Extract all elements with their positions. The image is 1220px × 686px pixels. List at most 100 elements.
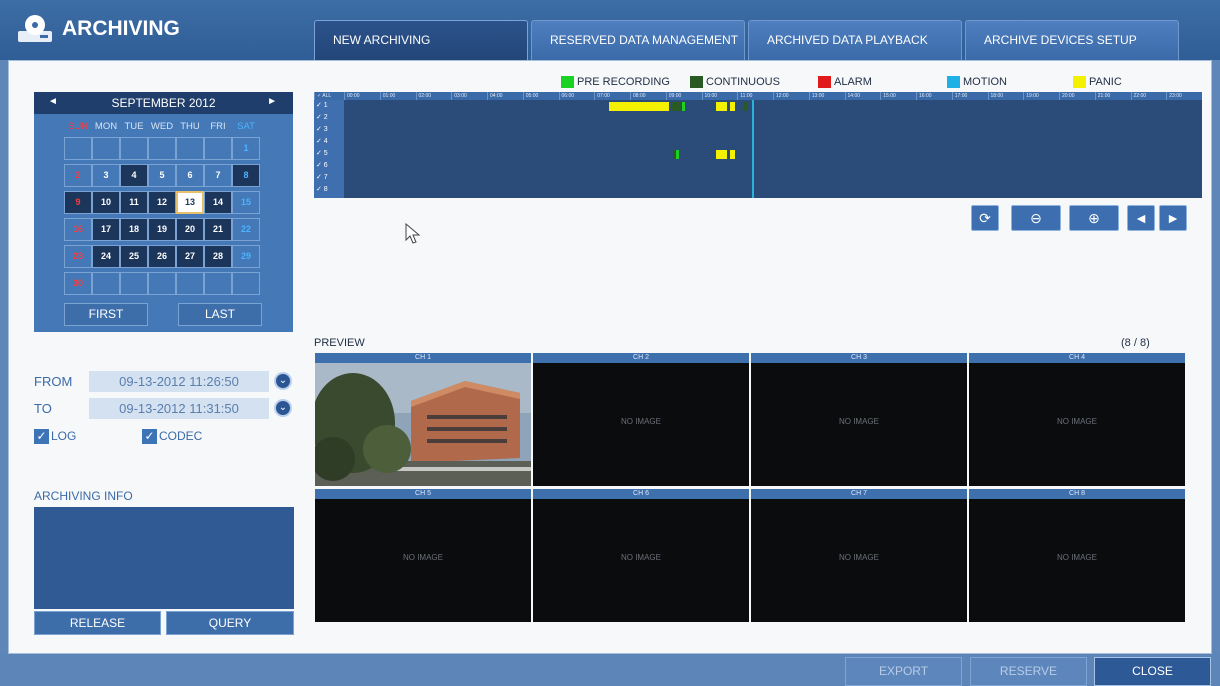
preview-channel-2[interactable]: CH 2 NO IMAGE — [533, 353, 749, 486]
calendar-day[interactable]: 21 — [204, 218, 232, 241]
dow-wed: WED — [150, 121, 174, 132]
preview-channel-5[interactable]: CH 5 NO IMAGE — [315, 489, 531, 622]
timeline-channel-checkbox[interactable]: ✓ 5 — [316, 149, 342, 160]
calendar-day[interactable]: 30 — [64, 272, 92, 295]
first-button[interactable]: FIRST — [64, 303, 148, 326]
timeline-channel-checkbox[interactable]: ✓ 8 — [316, 185, 342, 196]
next-month-icon[interactable]: ► — [267, 96, 277, 107]
calendar-day[interactable]: 20 — [176, 218, 204, 241]
calendar-day[interactable]: 24 — [92, 245, 120, 268]
recording-segment — [730, 150, 736, 159]
timeline-hour-label: 18:00 — [987, 92, 1024, 100]
timeline-channel-checkbox[interactable]: ✓ 3 — [316, 125, 342, 136]
calendar-day[interactable]: 28 — [204, 245, 232, 268]
from-label: FROM — [34, 374, 73, 389]
timeline-channel-checkbox[interactable]: ✓ 1 — [316, 101, 342, 112]
refresh-icon[interactable]: ⟳ — [971, 205, 999, 231]
preview-channel-1[interactable]: CH 1 — [315, 353, 531, 486]
calendar-day[interactable]: 3 — [92, 164, 120, 187]
timeline-channel-checkbox[interactable]: ✓ 2 — [316, 113, 342, 124]
timeline-channel-checkbox[interactable]: ✓ 4 — [316, 137, 342, 148]
calendar-day[interactable]: 4 — [120, 164, 148, 187]
tab-archive-devices-setup[interactable]: ARCHIVE DEVICES SETUP — [965, 20, 1179, 60]
timeline-hour-label: 09:00 — [665, 92, 702, 100]
preview-channel-3[interactable]: CH 3 NO IMAGE — [751, 353, 967, 486]
calendar-day[interactable]: 7 — [204, 164, 232, 187]
mouse-pointer-icon — [405, 223, 421, 244]
calendar-day[interactable]: 22 — [232, 218, 260, 241]
timeline-hour-label: 16:00 — [916, 92, 952, 100]
calendar-day[interactable]: 1 — [232, 137, 260, 160]
tab-new-archiving[interactable]: NEW ARCHIVING — [314, 20, 528, 60]
timeline-hour-label: 15:00 — [880, 92, 916, 100]
from-datetime-field[interactable]: 09-13-2012 11:26:50 — [89, 371, 269, 392]
calendar-day[interactable]: 11 — [120, 191, 148, 214]
close-button[interactable]: CLOSE — [1094, 657, 1211, 686]
to-datetime-field[interactable]: 09-13-2012 11:31:50 — [89, 398, 269, 419]
channel-title: CH 8 — [969, 489, 1185, 499]
timeline-hour-label: 12:00 — [773, 92, 809, 100]
from-calendar-icon[interactable]: ⌄ — [274, 372, 292, 390]
codec-checkbox[interactable]: ✓ — [142, 429, 157, 444]
calendar-day[interactable]: 23 — [64, 245, 92, 268]
calendar-day[interactable]: 19 — [148, 218, 176, 241]
recording-segment — [744, 102, 748, 111]
legend-swatch-continuous — [690, 76, 703, 88]
log-checkbox[interactable]: ✓ — [34, 429, 49, 444]
reserve-button[interactable]: RESERVE — [970, 657, 1087, 686]
calendar-day[interactable]: 16 — [64, 218, 92, 241]
dow-thu: THU — [180, 121, 200, 132]
to-calendar-icon[interactable]: ⌄ — [274, 399, 292, 417]
no-image-text: NO IMAGE — [402, 553, 443, 562]
preview-channel-6[interactable]: CH 6 NO IMAGE — [533, 489, 749, 622]
timeline-all-checkbox[interactable]: ✓ ALL — [314, 92, 344, 100]
release-button[interactable]: RELEASE — [34, 611, 161, 635]
calendar-day[interactable]: 25 — [120, 245, 148, 268]
channel-title: CH 7 — [751, 489, 967, 499]
calendar-day[interactable]: 27 — [176, 245, 204, 268]
calendar-header: ◄ SEPTEMBER 2012 ► — [34, 92, 293, 114]
calendar-day[interactable]: 2 — [64, 164, 92, 187]
channel-title: CH 2 — [533, 353, 749, 363]
last-button[interactable]: LAST — [178, 303, 262, 326]
calendar-day[interactable]: 29 — [232, 245, 260, 268]
tab-archived-data-playback[interactable]: ARCHIVED DATA PLAYBACK — [748, 20, 962, 60]
zoom-out-icon[interactable]: ⊖ — [1011, 205, 1061, 231]
calendar-day[interactable]: 9 — [64, 191, 92, 214]
recording-segment — [681, 102, 686, 111]
legend-swatch-alarm — [818, 76, 831, 88]
timeline-hour-label: 17:00 — [951, 92, 988, 100]
timeline-hour-label: 01:00 — [379, 92, 416, 100]
timeline[interactable]: ✓ ALL 00:00 01:00 02:00 03:00 04:00 05:00 06:00… — [314, 92, 1202, 198]
calendar-day[interactable]: 6 — [176, 164, 204, 187]
calendar-day[interactable]: 13 — [176, 191, 204, 214]
calendar-day[interactable]: 26 — [148, 245, 176, 268]
preview-channel-7[interactable]: CH 7 NO IMAGE — [751, 489, 967, 622]
legend-label-continuous: CONTINUOUS — [706, 76, 780, 88]
legend-swatch-motion — [947, 76, 960, 88]
query-button[interactable]: QUERY — [166, 611, 294, 635]
calendar-day[interactable]: 15 — [232, 191, 260, 214]
preview-channel-8[interactable]: CH 8 NO IMAGE — [969, 489, 1185, 622]
timeline-channel-checkbox[interactable]: ✓ 7 — [316, 173, 342, 184]
dow-mon: MON — [94, 121, 118, 132]
next-icon[interactable]: ► — [1159, 205, 1187, 231]
calendar-day[interactable]: 17 — [92, 218, 120, 241]
preview-channel-4[interactable]: CH 4 NO IMAGE — [969, 353, 1185, 486]
calendar-day[interactable]: 10 — [92, 191, 120, 214]
zoom-in-icon[interactable]: ⊕ — [1069, 205, 1119, 231]
recording-segment — [676, 150, 680, 159]
calendar-day[interactable]: 8 — [232, 164, 260, 187]
timeline-channel-checkbox[interactable]: ✓ 6 — [316, 161, 342, 172]
calendar-grid: 1 2 3 4 5 6 7 8 9 10 11 12 13 14 15 16 17 18 19 20 21 22 23 24 2… — [64, 137, 264, 302]
calendar-day[interactable]: 5 — [148, 164, 176, 187]
tab-reserved-data-management[interactable]: RESERVED DATA MANAGEMENT — [531, 20, 745, 60]
calendar-day[interactable]: 12 — [148, 191, 176, 214]
export-button[interactable]: EXPORT — [845, 657, 962, 686]
calendar-day[interactable]: 14 — [204, 191, 232, 214]
time-cursor[interactable] — [752, 100, 754, 198]
prev-icon[interactable]: ◄ — [1127, 205, 1155, 231]
camera-thumbnail-image — [315, 363, 531, 486]
calendar-empty-cell — [148, 272, 176, 295]
calendar-day[interactable]: 18 — [120, 218, 148, 241]
